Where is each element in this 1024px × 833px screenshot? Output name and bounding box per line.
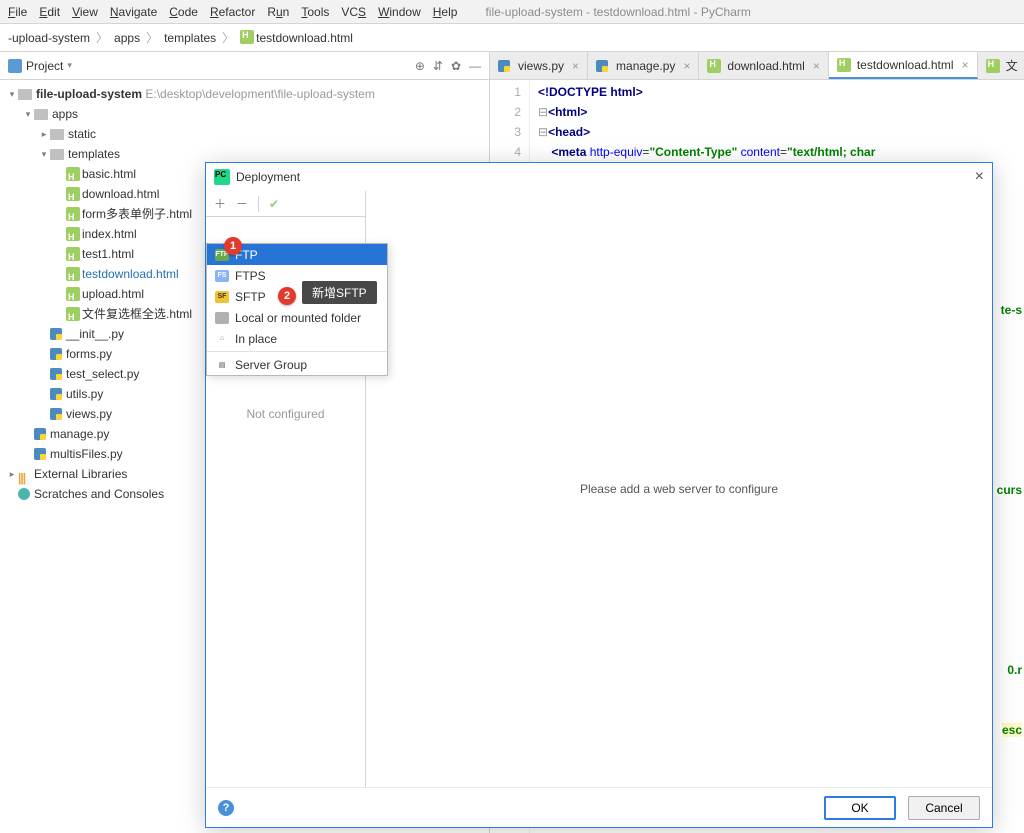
- tab-truncated[interactable]: 文: [978, 52, 1024, 79]
- html-file-icon: [66, 267, 80, 281]
- config-placeholder: Please add a web server to configure: [366, 191, 992, 787]
- add-server-popup: FTPFTP FSFTPS SFSFTP Local or mounted fo…: [206, 243, 388, 376]
- collapse-all-icon[interactable]: ⇵: [433, 59, 443, 73]
- folder-icon: [18, 89, 32, 100]
- python-file-icon: [50, 388, 62, 400]
- python-file-icon: [596, 60, 608, 72]
- crumb-file[interactable]: testdownload.html: [240, 30, 353, 45]
- tree-static[interactable]: ▸static: [0, 124, 489, 144]
- html-file-icon: [66, 247, 80, 261]
- html-file-icon: [66, 227, 80, 241]
- dialog-title-text: Deployment: [236, 170, 300, 184]
- menu-vcs[interactable]: VCS: [341, 5, 366, 19]
- html-file-icon: [240, 30, 254, 44]
- separator: [207, 351, 387, 352]
- close-icon[interactable]: ×: [975, 168, 984, 186]
- close-icon[interactable]: ×: [572, 59, 579, 73]
- project-dropdown[interactable]: Project ▾: [8, 59, 72, 73]
- tab-testdownload[interactable]: testdownload.html×: [829, 52, 978, 79]
- html-file-icon: [66, 287, 80, 301]
- close-icon[interactable]: ×: [683, 59, 690, 73]
- python-file-icon: [34, 448, 46, 460]
- dialog-footer: ? OK Cancel: [206, 787, 992, 827]
- python-file-icon: [50, 368, 62, 380]
- annotation-tooltip: 新增SFTP: [302, 281, 377, 304]
- menu-file[interactable]: File: [8, 5, 27, 19]
- annotation-badge-2: 2: [278, 287, 296, 305]
- hide-icon[interactable]: —: [469, 59, 481, 73]
- dialog-titlebar: Deployment ×: [206, 163, 992, 191]
- popup-item-local[interactable]: Local or mounted folder: [207, 307, 387, 328]
- html-file-icon: [66, 307, 80, 321]
- chevron-down-icon: ▾: [67, 60, 72, 71]
- ftps-icon: FS: [215, 270, 229, 282]
- chevron-right-icon: 〉: [146, 29, 158, 46]
- window-title: file-upload-system - testdownload.html -…: [485, 5, 750, 19]
- python-file-icon: [50, 348, 62, 360]
- library-icon: [18, 468, 30, 480]
- chevron-right-icon: 〉: [96, 29, 108, 46]
- separator: [258, 196, 259, 212]
- tree-root[interactable]: ▾file-upload-system E:\desktop\developme…: [0, 84, 489, 104]
- settings-gear-icon[interactable]: ✿: [451, 59, 461, 73]
- set-default-button[interactable]: ✔: [269, 197, 279, 211]
- menu-view[interactable]: View: [72, 5, 98, 19]
- html-file-icon: [66, 187, 80, 201]
- help-icon[interactable]: ?: [218, 800, 234, 816]
- popup-item-inplace[interactable]: ⌂In place: [207, 328, 387, 349]
- server-toolbar: ＋ － ✔: [206, 191, 365, 217]
- python-file-icon: [498, 60, 510, 72]
- tree-templates[interactable]: ▾templates: [0, 144, 489, 164]
- sidebar-header: Project ▾ ⊕ ⇵ ✿ —: [0, 52, 489, 80]
- tab-manage[interactable]: manage.py×: [588, 52, 699, 79]
- menu-navigate[interactable]: Navigate: [110, 5, 157, 19]
- menu-tools[interactable]: Tools: [301, 5, 329, 19]
- close-icon[interactable]: ×: [813, 59, 820, 73]
- editor-tabs: views.py× manage.py× download.html× test…: [490, 52, 1024, 80]
- html-file-icon: [986, 59, 1000, 73]
- crumb-templates[interactable]: templates: [164, 31, 216, 45]
- html-file-icon: [707, 59, 721, 73]
- menu-run[interactable]: Run: [267, 5, 289, 19]
- menu-bar: File Edit View Navigate Code Refactor Ru…: [0, 0, 1024, 24]
- tab-views[interactable]: views.py×: [490, 52, 588, 79]
- server-group-icon: ▤: [215, 359, 229, 371]
- home-icon: ⌂: [215, 333, 229, 345]
- pycharm-icon: [214, 169, 230, 185]
- remove-server-button[interactable]: －: [236, 195, 248, 212]
- menu-help[interactable]: Help: [433, 5, 458, 19]
- html-file-icon: [66, 167, 80, 181]
- sftp-icon: SF: [215, 291, 229, 303]
- annotation-badge-1: 1: [224, 237, 242, 255]
- tab-download[interactable]: download.html×: [699, 52, 828, 79]
- crumb-apps[interactable]: apps: [114, 31, 140, 45]
- menu-code[interactable]: Code: [169, 5, 198, 19]
- locate-icon[interactable]: ⊕: [415, 59, 425, 73]
- python-file-icon: [50, 328, 62, 340]
- folder-icon: [50, 149, 64, 160]
- crumb-root[interactable]: -upload-system: [8, 31, 90, 45]
- close-icon[interactable]: ×: [962, 58, 969, 72]
- project-tool-icon: [8, 59, 22, 73]
- html-file-icon: [837, 58, 851, 72]
- menu-edit[interactable]: Edit: [39, 5, 60, 19]
- folder-icon: [34, 109, 48, 120]
- ok-button[interactable]: OK: [824, 796, 896, 820]
- python-file-icon: [34, 428, 46, 440]
- cancel-button[interactable]: Cancel: [908, 796, 980, 820]
- breadcrumb: -upload-system 〉 apps 〉 templates 〉 test…: [0, 24, 1024, 52]
- html-file-icon: [66, 207, 80, 221]
- popup-item-group[interactable]: ▤Server Group: [207, 354, 387, 375]
- add-server-button[interactable]: ＋: [214, 195, 226, 212]
- folder-icon: [50, 129, 64, 140]
- python-file-icon: [50, 408, 62, 420]
- local-folder-icon: [215, 312, 229, 324]
- menu-refactor[interactable]: Refactor: [210, 5, 255, 19]
- deployment-dialog: Deployment × ＋ － ✔ Not configured Please…: [205, 162, 993, 828]
- chevron-right-icon: 〉: [222, 29, 234, 46]
- menu-window[interactable]: Window: [378, 5, 421, 19]
- tree-apps[interactable]: ▾apps: [0, 104, 489, 124]
- scratches-icon: [18, 488, 30, 500]
